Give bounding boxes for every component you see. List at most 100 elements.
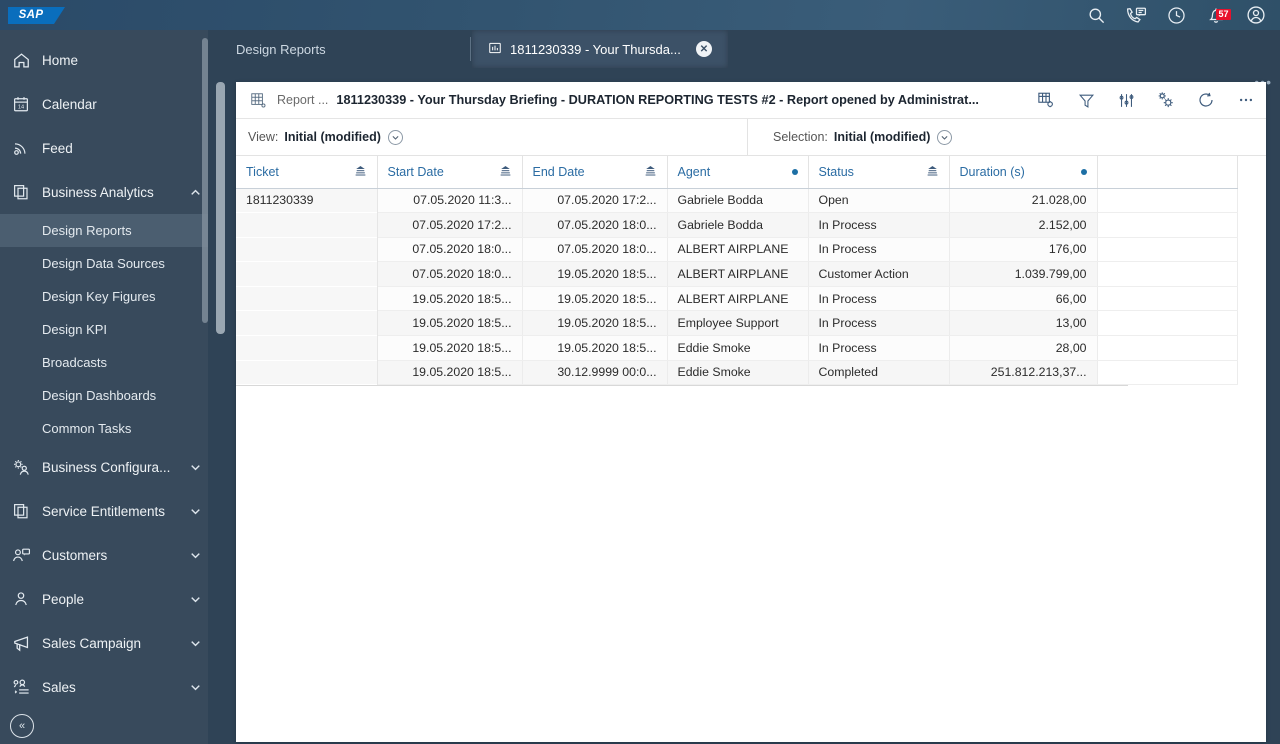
column-label: Status bbox=[818, 164, 854, 179]
sidebar-item-label: Business Configura... bbox=[42, 459, 171, 475]
table-row[interactable]: 1811230339 07.05.2020 11:3... 07.05.2020… bbox=[236, 188, 1238, 214]
column-header-ticket[interactable]: Ticket bbox=[236, 156, 378, 189]
refresh-icon[interactable] bbox=[1196, 90, 1216, 110]
sidebar-item-design-key-figures[interactable]: Design Key Figures bbox=[0, 280, 208, 313]
cell-duration: 13,00 bbox=[949, 310, 1098, 337]
content-area: Report ... 1811230339 - Your Thursday Br… bbox=[208, 68, 1280, 744]
bell-icon[interactable]: 57 bbox=[1205, 4, 1231, 26]
view-control: View: Initial (modified) bbox=[236, 119, 748, 155]
sidebar-item-label: Common Tasks bbox=[42, 421, 132, 436]
sidebar-item-people[interactable]: People bbox=[0, 577, 208, 621]
table-settings-icon[interactable] bbox=[1036, 90, 1056, 110]
column-label: Agent bbox=[677, 164, 711, 179]
overflow-menu-icon[interactable] bbox=[1236, 90, 1256, 110]
column-header-filler bbox=[1097, 156, 1238, 189]
sidebar-item-sales[interactable]: Sales bbox=[0, 665, 208, 709]
sidebar-collapse-button[interactable]: « bbox=[10, 714, 34, 738]
sidebar-item-feed[interactable]: Feed bbox=[0, 126, 208, 170]
sidebar-item-common-tasks[interactable]: Common Tasks bbox=[0, 412, 208, 445]
cell-status: In Process bbox=[808, 310, 950, 337]
table-row[interactable]: 07.05.2020 18:0... 19.05.2020 18:5... AL… bbox=[236, 261, 1238, 287]
table-row[interactable]: 07.05.2020 18:0... 07.05.2020 18:0... AL… bbox=[236, 237, 1238, 263]
gear-settings-icon[interactable] bbox=[1156, 90, 1176, 110]
sidebar-item-broadcasts[interactable]: Broadcasts bbox=[0, 346, 208, 379]
table-row[interactable]: 19.05.2020 18:5... 30.12.9999 00:0... Ed… bbox=[236, 360, 1238, 386]
search-icon[interactable] bbox=[1085, 4, 1107, 26]
chevron-down-icon[interactable] bbox=[182, 637, 208, 650]
table-row[interactable]: 19.05.2020 18:5... 19.05.2020 18:5... AL… bbox=[236, 286, 1238, 312]
selection-chevron-down-icon[interactable] bbox=[937, 129, 953, 145]
sidebar-item-design-kpi[interactable]: Design KPI bbox=[0, 313, 208, 346]
sidebar-item-home[interactable]: Home bbox=[0, 38, 208, 82]
cell-ticket bbox=[236, 286, 378, 311]
sidebar-item-sales-campaign[interactable]: Sales Campaign bbox=[0, 621, 208, 665]
svg-text:14: 14 bbox=[18, 105, 24, 111]
cell-filler bbox=[1097, 212, 1238, 238]
sidebar-item-design-reports[interactable]: Design Reports bbox=[0, 214, 208, 247]
tab-design-reports[interactable]: Design Reports bbox=[220, 30, 342, 68]
chevron-down-icon[interactable] bbox=[182, 505, 208, 518]
cell-duration: 21.028,00 bbox=[949, 188, 1098, 214]
column-header-start-date[interactable]: Start Date bbox=[377, 156, 523, 189]
hierarchy-icon[interactable] bbox=[926, 165, 939, 178]
chevron-down-icon[interactable] bbox=[182, 549, 208, 562]
chevron-down-icon[interactable] bbox=[182, 593, 208, 606]
sliders-icon[interactable] bbox=[1116, 90, 1136, 110]
cell-status: In Process bbox=[808, 335, 950, 361]
hierarchy-icon[interactable] bbox=[644, 165, 657, 178]
column-header-agent[interactable]: Agent bbox=[667, 156, 809, 189]
content-scrollbar[interactable] bbox=[216, 82, 225, 334]
cell-duration: 2.152,00 bbox=[949, 212, 1098, 238]
report-grid-icon[interactable] bbox=[250, 92, 267, 109]
column-header-end-date[interactable]: End Date bbox=[522, 156, 668, 189]
cell-duration: 28,00 bbox=[949, 335, 1098, 361]
sidebar-item-customers[interactable]: Customers bbox=[0, 533, 208, 577]
clock-icon[interactable] bbox=[1165, 4, 1187, 26]
cell-start-date: 07.05.2020 17:2... bbox=[377, 212, 523, 238]
table-row[interactable]: 19.05.2020 18:5... 19.05.2020 18:5... Em… bbox=[236, 310, 1238, 337]
cell-ticket bbox=[236, 261, 378, 287]
table-header-row: Ticket Start Date End Date Agent Status … bbox=[236, 156, 1238, 189]
sidebar-item-calendar[interactable]: 14 Calendar bbox=[0, 82, 208, 126]
report-data-table: Ticket Start Date End Date Agent Status … bbox=[236, 156, 1238, 386]
column-header-status[interactable]: Status bbox=[808, 156, 950, 189]
tab-separator bbox=[470, 37, 471, 61]
cell-end-date: 19.05.2020 18:5... bbox=[522, 310, 668, 337]
table-row[interactable]: 19.05.2020 18:5... 19.05.2020 18:5... Ed… bbox=[236, 335, 1238, 361]
table-row[interactable]: 07.05.2020 17:2... 07.05.2020 18:0... Ga… bbox=[236, 212, 1238, 238]
filter-icon[interactable] bbox=[1076, 90, 1096, 110]
sidebar-item-service-entitlements[interactable]: Service Entitlements bbox=[0, 489, 208, 533]
sidebar-item-design-data-sources[interactable]: Design Data Sources bbox=[0, 247, 208, 280]
hierarchy-icon[interactable] bbox=[499, 165, 512, 178]
user-avatar-icon[interactable] bbox=[1245, 4, 1267, 26]
sidebar-item-label: Broadcasts bbox=[42, 355, 108, 370]
sidebar-navigation: Home 14 Calendar Feed Business Analytics… bbox=[0, 30, 208, 744]
tab-report-1811230339[interactable]: 1811230339 - Your Thursda... ✕ bbox=[472, 30, 728, 68]
view-chevron-down-icon[interactable] bbox=[387, 129, 403, 145]
column-label: End Date bbox=[532, 164, 585, 179]
chevron-down-icon[interactable] bbox=[182, 461, 208, 474]
chevron-down-icon[interactable] bbox=[182, 681, 208, 694]
cell-filler bbox=[1097, 310, 1238, 337]
sidebar-item-label: Service Entitlements bbox=[42, 503, 166, 519]
cell-duration: 251.812.213,37... bbox=[949, 360, 1098, 386]
sidebar-item-design-dashboards[interactable]: Design Dashboards bbox=[0, 379, 208, 412]
cell-start-date: 19.05.2020 18:5... bbox=[377, 360, 523, 386]
cell-end-date: 19.05.2020 18:5... bbox=[522, 335, 668, 361]
sidebar-item-business-configuration[interactable]: Business Configura... bbox=[0, 445, 208, 489]
hierarchy-icon[interactable] bbox=[354, 165, 367, 178]
sap-logo[interactable]: SAP bbox=[8, 6, 65, 24]
phone-chat-icon[interactable] bbox=[1125, 4, 1147, 26]
cell-start-date: 19.05.2020 18:5... bbox=[377, 310, 523, 337]
sales-list-icon bbox=[12, 678, 42, 697]
sidebar-item-label: Sales bbox=[42, 679, 76, 695]
sidebar-item-business-analytics[interactable]: Business Analytics bbox=[0, 170, 208, 214]
table-bottom-divider bbox=[236, 385, 1128, 387]
close-icon[interactable]: ✕ bbox=[696, 41, 712, 57]
column-header-duration[interactable]: Duration (s) bbox=[949, 156, 1098, 189]
column-label: Start Date bbox=[387, 164, 444, 179]
cell-end-date: 19.05.2020 18:5... bbox=[522, 261, 668, 287]
global-header-actions: 57 bbox=[1085, 4, 1267, 26]
cell-start-date: 19.05.2020 18:5... bbox=[377, 335, 523, 361]
cell-agent: ALBERT AIRPLANE bbox=[667, 261, 809, 287]
